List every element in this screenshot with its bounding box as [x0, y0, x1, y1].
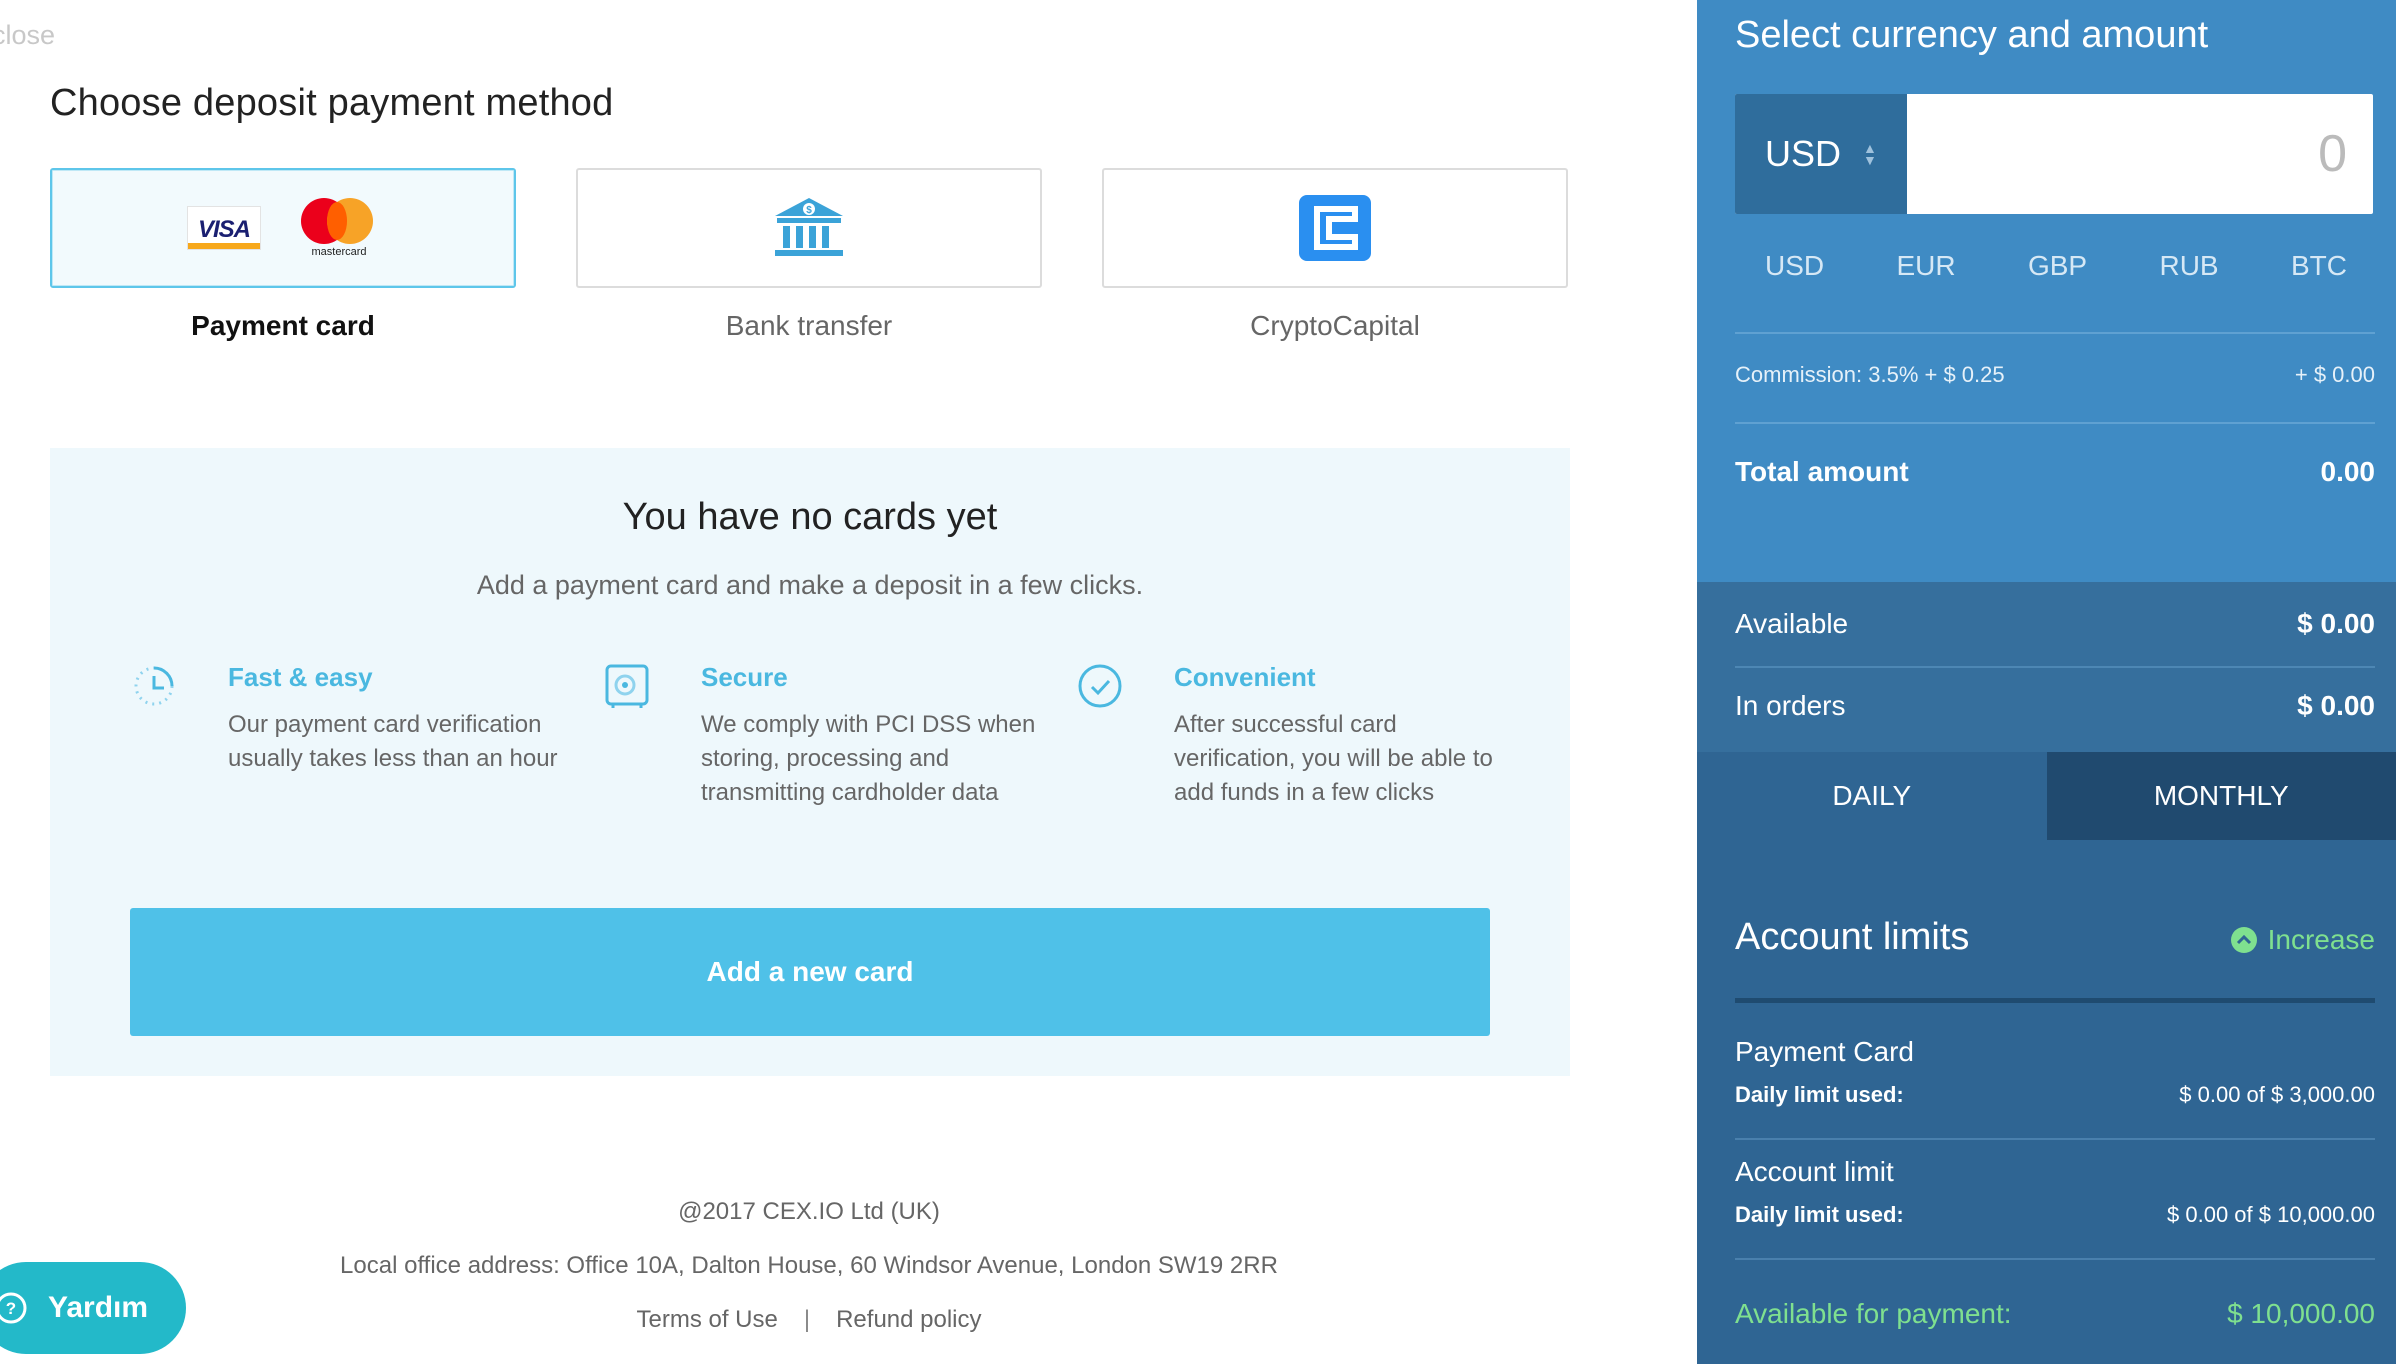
- deposit-main-panel: close Choose deposit payment method VISA…: [0, 0, 1697, 1364]
- terms-of-use-link[interactable]: Terms of Use: [636, 1306, 777, 1333]
- period-tabs: DAILY MONTHLY: [1697, 752, 2396, 840]
- feature-title: Convenient: [1174, 662, 1316, 692]
- account-limit-row: Daily limit used: $ 0.00 of $ 10,000.00: [1735, 1202, 2375, 1228]
- account-limit-title: Account limit: [1735, 1156, 1894, 1187]
- bank-transfer-method-label[interactable]: Bank transfer: [576, 310, 1042, 342]
- footer-links: Terms of Use | Refund policy: [0, 1306, 1618, 1334]
- tab-monthly[interactable]: MONTHLY: [2046, 752, 2396, 840]
- cryptocapital-method-button[interactable]: [1102, 168, 1568, 288]
- available-for-payment-row: Available for payment: $ 10,000.00: [1735, 1298, 2375, 1330]
- mastercard-logo-text: mastercard: [311, 246, 367, 258]
- available-for-payment-label: Available for payment:: [1735, 1298, 2012, 1329]
- sidebar-title: Select currency and amount: [1735, 14, 2209, 56]
- svg-text:$: $: [806, 205, 812, 216]
- payment-card-method-label[interactable]: Payment card: [50, 310, 516, 342]
- in-orders-value: $ 0.00: [2297, 690, 2375, 721]
- payment-card-limit-title: Payment Card: [1735, 1036, 1914, 1067]
- footer-separator: |: [803, 1306, 811, 1333]
- divider: [1735, 1138, 2375, 1140]
- feature-description: After successful card verification, you …: [1174, 711, 1493, 806]
- balance-section: Available $ 0.00 In orders $ 0.00: [1697, 582, 2396, 752]
- clock-icon: [134, 666, 174, 706]
- feature-title: Fast & easy: [228, 662, 373, 692]
- arrow-up-circle-icon: [2230, 927, 2257, 953]
- amount-input[interactable]: [1907, 94, 2365, 214]
- divider: [1735, 666, 2375, 668]
- cryptocapital-icon: [1299, 195, 1371, 261]
- commission-row: Commission: 3.5% + $ 0.25 + $ 0.00: [1735, 362, 2375, 388]
- payment-card-limit-row: Daily limit used: $ 0.00 of $ 3,000.00: [1735, 1082, 2375, 1108]
- help-icon: ?: [0, 1292, 27, 1324]
- available-row: Available $ 0.00: [1735, 608, 2375, 640]
- tab-daily[interactable]: DAILY: [1697, 752, 2047, 840]
- no-cards-panel: You have no cards yet Add a payment card…: [50, 448, 1570, 1076]
- bank-icon: $: [775, 198, 843, 256]
- account-limits-title: Account limits: [1735, 916, 1970, 958]
- total-amount-value: 0.00: [2320, 456, 2376, 487]
- payment-card-method-button[interactable]: VISA mastercard: [50, 168, 516, 288]
- increase-label: Increase: [2267, 924, 2375, 955]
- available-label: Available: [1735, 608, 1849, 639]
- commission-label: Commission: 3.5% + $ 0.25: [1735, 362, 2005, 387]
- divider: [1735, 998, 2375, 1003]
- limits-section: Account limits Increase Payment Card Dai…: [1697, 840, 2396, 1364]
- footer-copyright: @2017 CEX.IO Ltd (UK): [678, 1198, 940, 1225]
- feature-title: Secure: [701, 662, 788, 692]
- help-button[interactable]: ? Yardım: [0, 1262, 186, 1354]
- help-label: Yardım: [48, 1291, 149, 1324]
- feature-description: Our payment card verification usually ta…: [228, 711, 558, 772]
- currency-tabs: USD EUR GBP RUB BTC: [1735, 250, 2375, 282]
- limit-value: $ 0.00 of $ 10,000.00: [2167, 1202, 2375, 1227]
- currency-tab-btc[interactable]: BTC: [2291, 250, 2347, 282]
- available-value: $ 0.00: [2297, 608, 2375, 639]
- limit-key: Daily limit used:: [1735, 1082, 1904, 1107]
- add-new-card-button[interactable]: Add a new card: [130, 908, 1490, 1036]
- no-cards-title: You have no cards yet: [622, 496, 998, 538]
- in-orders-row: In orders $ 0.00: [1735, 690, 2375, 722]
- no-cards-subtitle: Add a payment card and make a deposit in…: [476, 570, 1144, 600]
- limit-value: $ 0.00 of $ 3,000.00: [2179, 1082, 2375, 1107]
- sort-arrows-icon: ▲ ▼: [1863, 140, 1877, 168]
- currency-sidebar: Select currency and amount USD ▲▼ USD EU…: [1697, 0, 2396, 1364]
- selected-currency: USD: [1765, 133, 1842, 174]
- available-for-payment-value: $ 10,000.00: [2227, 1298, 2375, 1329]
- visa-logo-text: VISA: [197, 216, 251, 243]
- svg-text:?: ?: [6, 1299, 16, 1318]
- limit-key: Daily limit used:: [1735, 1202, 1904, 1227]
- commission-value: + $ 0.00: [2294, 362, 2375, 387]
- currency-tab-eur[interactable]: EUR: [1896, 250, 1955, 282]
- footer-address: Local office address: Office 10A, Dalton…: [340, 1252, 1278, 1279]
- safe-icon: [605, 664, 649, 708]
- visa-icon: VISA: [187, 206, 261, 250]
- refund-policy-link[interactable]: Refund policy: [836, 1306, 981, 1333]
- increase-limits-link[interactable]: Increase: [2230, 924, 2375, 956]
- currency-tab-rub[interactable]: RUB: [2159, 250, 2218, 282]
- mastercard-icon: mastercard: [299, 198, 379, 258]
- divider: [1735, 422, 2375, 424]
- feature-description: We comply with PCI DSS when storing, pro…: [701, 711, 1036, 806]
- in-orders-label: In orders: [1735, 690, 1846, 721]
- total-amount-row: Total amount 0.00: [1735, 456, 2375, 488]
- page-title: Choose deposit payment method: [50, 82, 614, 124]
- currency-tab-gbp[interactable]: GBP: [2028, 250, 2087, 282]
- currency-tab-usd[interactable]: USD: [1765, 250, 1824, 282]
- amount-box: USD ▲ ▼: [1735, 94, 2373, 214]
- divider: [1735, 332, 2375, 334]
- currency-select[interactable]: USD ▲ ▼: [1735, 94, 1907, 214]
- cryptocapital-method-label[interactable]: CryptoCapital: [1102, 310, 1568, 342]
- check-circle-icon: [1078, 664, 1122, 708]
- close-link[interactable]: close: [0, 20, 55, 51]
- amount-section: Select currency and amount USD ▲▼ USD EU…: [1697, 0, 2396, 582]
- total-amount-label: Total amount: [1735, 456, 1909, 487]
- bank-transfer-method-button[interactable]: $: [576, 168, 1042, 288]
- divider: [1735, 1258, 2375, 1260]
